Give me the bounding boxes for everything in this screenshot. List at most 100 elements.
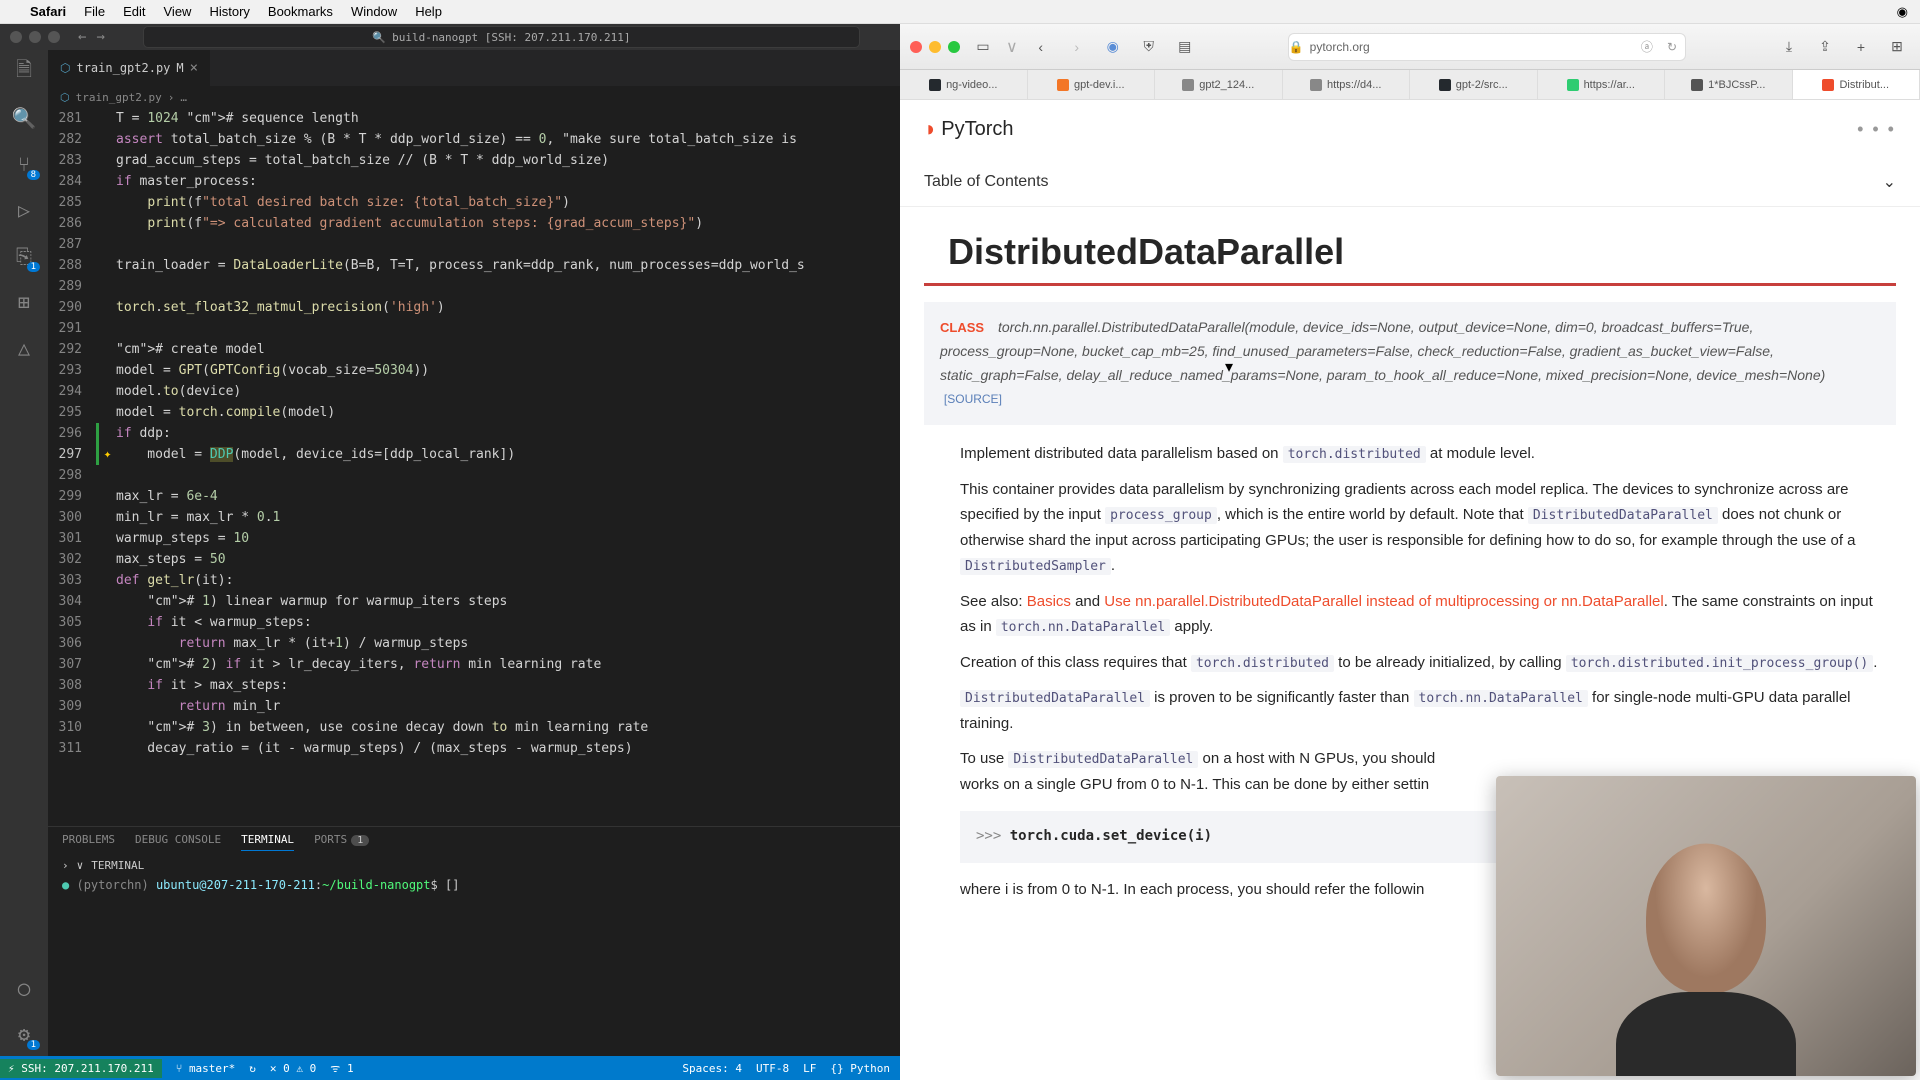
debug-icon[interactable]: ▷ xyxy=(10,196,38,224)
ddp-link[interactable]: Use nn.parallel.DistributedDataParallel … xyxy=(1104,593,1663,610)
menu-view[interactable]: View xyxy=(164,4,192,19)
sidebar-toggle-icon[interactable]: ▭ xyxy=(970,35,996,59)
vscode-window: ← → 🔍 build-nanogpt [SSH: 207.211.170.211… xyxy=(0,24,900,1080)
status-problems[interactable]: ✕ 0 ⚠ 0 xyxy=(270,1062,316,1075)
menu-history[interactable]: History xyxy=(209,4,249,19)
terminal[interactable]: ● (pytorchn) ubuntu@207-211-170-211:~/bu… xyxy=(48,874,900,1056)
search-icon: 🔍 xyxy=(372,31,386,44)
basics-link[interactable]: Basics xyxy=(1027,593,1071,610)
menubar-obs-icon[interactable]: ◉ xyxy=(1897,4,1908,20)
browser-tab[interactable]: ng-video... xyxy=(900,70,1028,99)
browser-tab[interactable]: gpt-dev.i... xyxy=(1028,70,1156,99)
panel-debug[interactable]: DEBUG CONSOLE xyxy=(135,833,221,851)
editor-tab[interactable]: ⬡ train_gpt2.py M × xyxy=(48,50,211,86)
terminal-panel: PROBLEMS DEBUG CONSOLE TERMINAL PORTS1 ›… xyxy=(48,826,900,1056)
browser-tab[interactable]: https://d4... xyxy=(1283,70,1411,99)
activity-bar: 🗎 🔍 ⑂8 ▷ ⎘1 ⊞ △ ◯ ⚙1 xyxy=(0,50,48,1056)
breadcrumb-file: train_gpt2.py xyxy=(76,91,162,104)
menu-file[interactable]: File xyxy=(84,4,105,19)
remote-icon[interactable]: ⎘1 xyxy=(10,242,38,270)
macos-menubar: Safari File Edit View History Bookmarks … xyxy=(0,0,1920,24)
nav-back-icon[interactable]: ← xyxy=(78,29,86,45)
browser-tab[interactable]: gpt2_124... xyxy=(1155,70,1283,99)
page-title: DistributedDataParallel xyxy=(924,207,1896,286)
tab-overview-icon[interactable]: ⊞ xyxy=(1884,35,1910,59)
scm-icon[interactable]: ⑂8 xyxy=(10,150,38,178)
toc-label: Table of Contents xyxy=(924,173,1049,191)
account-icon[interactable]: ◯ xyxy=(10,974,38,1002)
editor-tabs: ⬡ train_gpt2.py M × xyxy=(48,50,900,86)
signature-text: torch.nn.parallel.DistributedDataParalle… xyxy=(940,319,1825,383)
app-menu[interactable]: Safari xyxy=(30,4,66,19)
safari-toolbar: ▭ ∨ ‹ › ◉ ⛨ ▤ 🔒 pytorch.org ⓐ ↻ ⤓ ⇪ + ⊞ xyxy=(900,24,1920,70)
tab-filename: train_gpt2.py xyxy=(76,61,170,75)
menu-dots-icon[interactable]: • • • xyxy=(1857,119,1896,140)
menu-bookmarks[interactable]: Bookmarks xyxy=(268,4,333,19)
privacy-report-icon[interactable]: ◉ xyxy=(1100,35,1126,59)
term-cursor: [] xyxy=(445,878,459,892)
safari-tabstrip: ng-video...gpt-dev.i...gpt2_124...https:… xyxy=(900,70,1920,100)
chevron-right-icon[interactable]: › xyxy=(62,859,69,872)
tab-modified: M xyxy=(176,61,183,75)
back-button[interactable]: ‹ xyxy=(1028,35,1054,59)
command-center[interactable]: 🔍 build-nanogpt [SSH: 207.211.170.211] xyxy=(143,26,860,48)
browser-tab[interactable]: gpt-2/src... xyxy=(1410,70,1538,99)
term-prompt: $ xyxy=(431,878,438,892)
status-spaces[interactable]: Spaces: 4 xyxy=(682,1062,742,1075)
address-bar[interactable]: 🔒 pytorch.org ⓐ ↻ xyxy=(1288,33,1686,61)
status-ssh[interactable]: ⚡ SSH: 207.211.170.211 xyxy=(0,1059,162,1078)
term-host: ubuntu@207-211-170-211 xyxy=(156,878,315,892)
status-lang[interactable]: {} Python xyxy=(830,1062,890,1075)
status-eol[interactable]: LF xyxy=(803,1062,816,1075)
reader-icon[interactable]: ▤ xyxy=(1172,35,1198,59)
explorer-icon[interactable]: 🗎 xyxy=(10,58,38,86)
status-sync[interactable]: ↻ xyxy=(249,1062,256,1075)
toc-toggle[interactable]: Table of Contents ⌄ xyxy=(900,158,1920,207)
status-branch[interactable]: ⑂ master* xyxy=(176,1062,236,1075)
shield-icon[interactable]: ⛨ xyxy=(1136,35,1162,59)
class-signature: CLASS torch.nn.parallel.DistributedDataP… xyxy=(924,302,1896,425)
status-bar: ⚡ SSH: 207.211.170.211 ⑂ master* ↻ ✕ 0 ⚠… xyxy=(0,1056,900,1080)
panel-ports[interactable]: PORTS1 xyxy=(314,833,369,851)
new-tab-icon[interactable]: + xyxy=(1848,35,1874,59)
source-link[interactable]: [SOURCE] xyxy=(944,392,1002,406)
webcam-overlay xyxy=(1496,776,1916,1076)
menu-help[interactable]: Help xyxy=(415,4,442,19)
panel-terminal[interactable]: TERMINAL xyxy=(241,833,294,851)
search-activity-icon[interactable]: 🔍 xyxy=(10,104,38,132)
browser-tab[interactable]: https://ar... xyxy=(1538,70,1666,99)
translate-icon[interactable]: ⓐ xyxy=(1641,38,1653,55)
settings-icon[interactable]: ⚙1 xyxy=(10,1020,38,1048)
terminal-label: TERMINAL xyxy=(91,859,144,872)
vscode-titlebar: ← → 🔍 build-nanogpt [SSH: 207.211.170.211… xyxy=(0,24,900,50)
nav-fwd-icon[interactable]: → xyxy=(96,29,104,45)
lock-icon: 🔒 xyxy=(1289,40,1304,54)
browser-tab[interactable]: 1*BJCssP... xyxy=(1665,70,1793,99)
breadcrumb-more: … xyxy=(180,91,187,104)
term-env: (pytorchn) xyxy=(76,878,148,892)
extensions-icon[interactable]: ⊞ xyxy=(10,288,38,316)
code-editor[interactable]: 281T = 1024 "cm"># sequence length282ass… xyxy=(48,108,900,826)
breadcrumb[interactable]: ⬡ train_gpt2.py › … xyxy=(48,86,900,108)
chevron-down-icon[interactable]: ∨ xyxy=(77,859,84,872)
browser-tab[interactable]: Distribut... xyxy=(1793,70,1920,99)
fwd-button[interactable]: › xyxy=(1064,35,1090,59)
command-center-text: build-nanogpt [SSH: 207.211.170.211] xyxy=(392,31,630,44)
share-icon[interactable]: ⇪ xyxy=(1812,35,1838,59)
vscode-traffic-lights[interactable] xyxy=(10,31,60,43)
status-encoding[interactable]: UTF-8 xyxy=(756,1062,789,1075)
class-label: CLASS xyxy=(940,320,984,335)
menu-edit[interactable]: Edit xyxy=(123,4,145,19)
pytorch-logo[interactable]: ◗PyTorch xyxy=(924,116,1014,142)
status-signal[interactable]: ᯤ 1 xyxy=(330,1061,353,1076)
menu-window[interactable]: Window xyxy=(351,4,397,19)
chevron-down-icon: ⌄ xyxy=(1883,172,1896,192)
safari-traffic-lights[interactable] xyxy=(910,41,960,53)
panel-problems[interactable]: PROBLEMS xyxy=(62,833,115,851)
url-text: pytorch.org xyxy=(1310,40,1370,54)
tab-close-icon[interactable]: × xyxy=(190,60,198,76)
reload-icon[interactable]: ↻ xyxy=(1667,40,1677,54)
downloads-icon[interactable]: ⤓ xyxy=(1776,35,1802,59)
term-path: ~/build-nanogpt xyxy=(322,878,430,892)
testing-icon[interactable]: △ xyxy=(10,334,38,362)
